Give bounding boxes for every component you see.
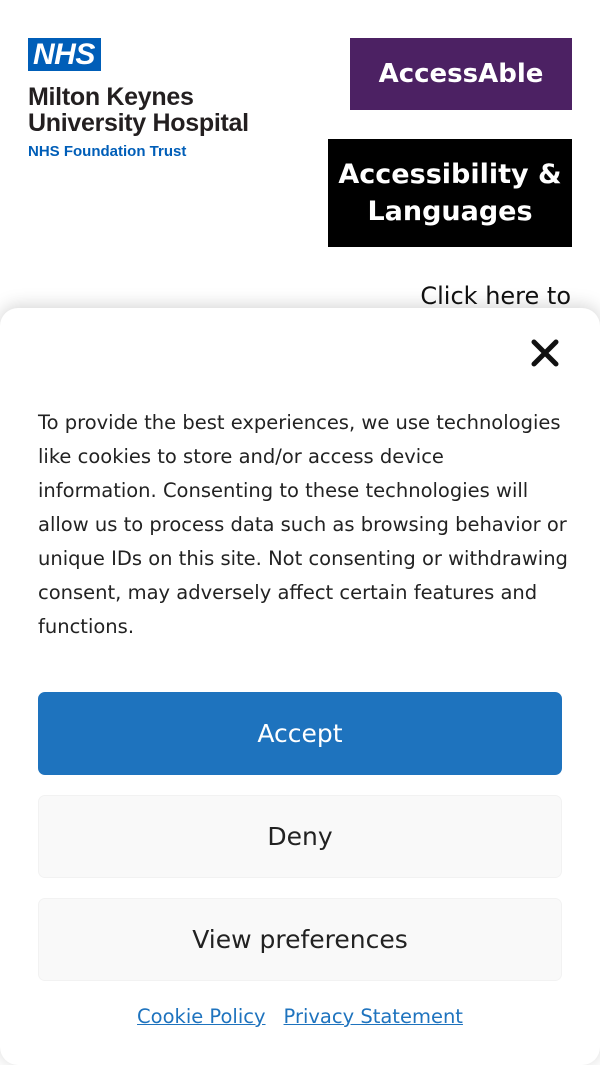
click-here-link[interactable]: Click here to <box>420 282 571 310</box>
consent-message: To provide the best experiences, we use … <box>38 411 568 638</box>
org-trust: NHS Foundation Trust <box>28 143 187 160</box>
privacy-statement-link[interactable]: Privacy Statement <box>284 1005 463 1028</box>
view-preferences-button[interactable]: View preferences <box>38 898 562 981</box>
cookie-consent-banner: To provide the best experiences, we use … <box>0 308 600 1065</box>
accept-button[interactable]: Accept <box>38 692 562 775</box>
deny-button[interactable]: Deny <box>38 795 562 878</box>
org-name-line1: Milton Keynes <box>28 83 194 111</box>
close-button[interactable] <box>530 338 560 368</box>
accessibility-languages-button[interactable]: Accessibility & Languages <box>328 139 572 247</box>
cookie-policy-link[interactable]: Cookie Policy <box>137 1005 265 1028</box>
policy-links: Cookie Policy Privacy Statement <box>0 1005 600 1028</box>
hospital-logo[interactable]: NHS Milton Keynes University Hospital NH… <box>28 38 249 161</box>
org-name: Milton Keynes University Hospital <box>28 84 249 136</box>
nhs-logo-mark: NHS <box>28 38 101 71</box>
site-header: NHS Milton Keynes University Hospital NH… <box>0 0 600 320</box>
org-name-line2: University Hospital <box>28 109 249 137</box>
accessable-button[interactable]: AccessAble <box>350 38 572 110</box>
close-icon <box>531 339 559 367</box>
